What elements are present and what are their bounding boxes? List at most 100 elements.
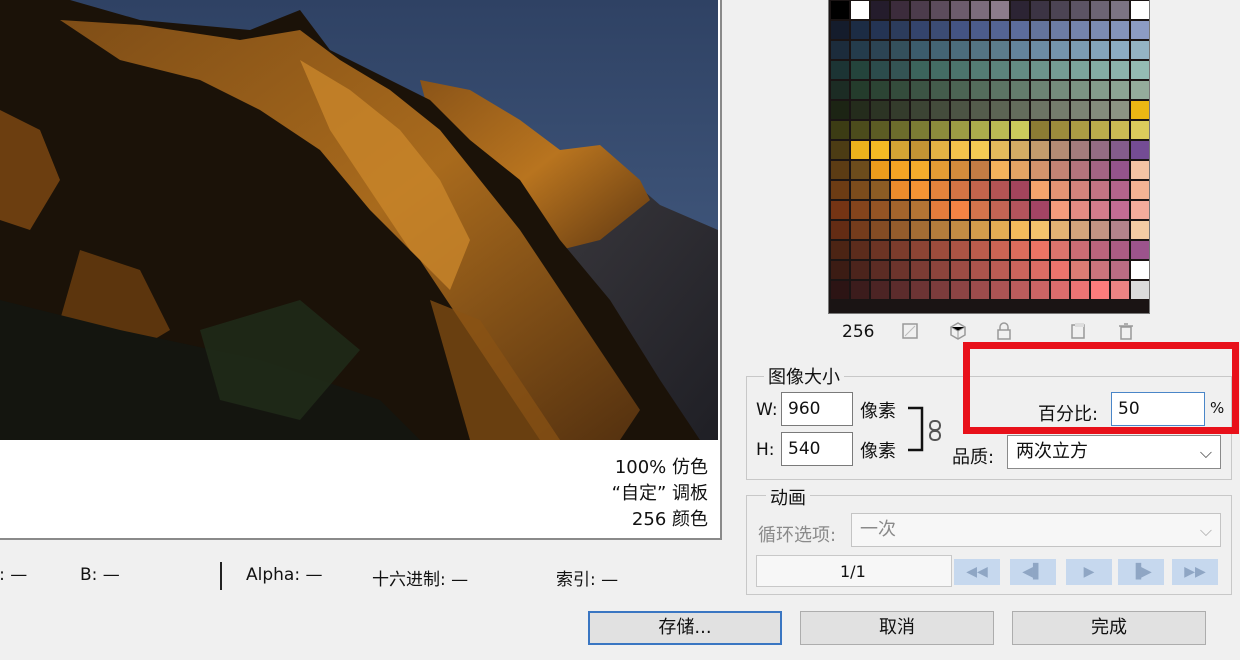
color-swatch[interactable] <box>931 141 949 159</box>
color-swatch[interactable] <box>891 221 909 239</box>
quality-select[interactable]: 两次立方 ⌵ <box>1007 435 1221 469</box>
color-swatch[interactable] <box>1111 201 1129 219</box>
color-swatch[interactable] <box>1071 181 1089 199</box>
color-swatch[interactable] <box>871 281 889 299</box>
color-swatch[interactable] <box>1011 21 1029 39</box>
color-swatch[interactable] <box>1111 241 1129 259</box>
color-swatch[interactable] <box>1111 1 1129 19</box>
color-swatch[interactable] <box>931 261 949 279</box>
color-swatch[interactable] <box>1031 181 1049 199</box>
color-swatch[interactable] <box>1031 281 1049 299</box>
color-swatch[interactable] <box>991 101 1009 119</box>
color-swatch[interactable] <box>991 261 1009 279</box>
color-swatch[interactable] <box>1051 221 1069 239</box>
color-swatch[interactable] <box>951 161 969 179</box>
color-swatch[interactable] <box>1111 21 1129 39</box>
color-swatch[interactable] <box>971 261 989 279</box>
color-swatch[interactable] <box>911 161 929 179</box>
color-swatch[interactable] <box>871 221 889 239</box>
color-swatch[interactable] <box>1091 161 1109 179</box>
color-swatch[interactable] <box>991 201 1009 219</box>
color-swatch[interactable] <box>1031 141 1049 159</box>
color-swatch[interactable] <box>1091 261 1109 279</box>
color-swatch[interactable] <box>1051 161 1069 179</box>
color-swatch[interactable] <box>911 21 929 39</box>
color-swatch[interactable] <box>871 81 889 99</box>
color-swatch[interactable] <box>971 101 989 119</box>
color-swatch[interactable] <box>1131 21 1149 39</box>
color-swatch[interactable] <box>871 61 889 79</box>
color-swatch[interactable] <box>831 161 849 179</box>
loop-select[interactable]: 一次 ⌵ <box>851 513 1221 547</box>
color-swatch[interactable] <box>1011 201 1029 219</box>
color-swatch[interactable] <box>1051 281 1069 299</box>
color-swatch[interactable] <box>951 181 969 199</box>
color-swatch[interactable] <box>1071 101 1089 119</box>
color-swatch[interactable] <box>951 101 969 119</box>
color-swatch[interactable] <box>991 61 1009 79</box>
color-swatch[interactable] <box>1091 101 1109 119</box>
color-swatch[interactable] <box>971 201 989 219</box>
width-input[interactable]: 960 <box>781 392 853 426</box>
color-swatch[interactable] <box>831 201 849 219</box>
color-swatch[interactable] <box>1011 261 1029 279</box>
color-swatch[interactable] <box>1131 221 1149 239</box>
color-swatch[interactable] <box>1071 281 1089 299</box>
color-swatch[interactable] <box>851 221 869 239</box>
color-swatch[interactable] <box>1091 1 1109 19</box>
color-swatch[interactable] <box>1111 161 1129 179</box>
color-swatch[interactable] <box>871 241 889 259</box>
color-swatch[interactable] <box>1131 61 1149 79</box>
color-swatch[interactable] <box>1031 221 1049 239</box>
color-swatch[interactable] <box>1071 161 1089 179</box>
color-swatch[interactable] <box>1111 81 1129 99</box>
color-swatch[interactable] <box>951 61 969 79</box>
color-swatch[interactable] <box>971 241 989 259</box>
color-swatch[interactable] <box>1051 1 1069 19</box>
color-swatch[interactable] <box>1051 101 1069 119</box>
color-swatch[interactable] <box>831 61 849 79</box>
color-swatch[interactable] <box>931 101 949 119</box>
color-swatch[interactable] <box>931 121 949 139</box>
color-swatch[interactable] <box>1071 241 1089 259</box>
color-swatch[interactable] <box>911 241 929 259</box>
color-swatch[interactable] <box>1011 241 1029 259</box>
color-swatch[interactable] <box>951 281 969 299</box>
color-swatch[interactable] <box>1131 101 1149 119</box>
color-swatch[interactable] <box>891 241 909 259</box>
color-swatch[interactable] <box>1131 161 1149 179</box>
preview-image[interactable] <box>0 0 718 440</box>
color-swatch[interactable] <box>1111 281 1129 299</box>
color-swatch[interactable] <box>851 161 869 179</box>
color-swatch[interactable] <box>1031 161 1049 179</box>
color-swatch[interactable] <box>991 241 1009 259</box>
color-swatch[interactable] <box>891 121 909 139</box>
color-swatch[interactable] <box>831 281 849 299</box>
color-swatch[interactable] <box>1111 261 1129 279</box>
color-swatch[interactable] <box>1011 1 1029 19</box>
color-swatch[interactable] <box>1011 221 1029 239</box>
color-swatch[interactable] <box>1131 281 1149 299</box>
color-swatch[interactable] <box>1051 21 1069 39</box>
color-swatch[interactable] <box>1091 221 1109 239</box>
color-swatch[interactable] <box>911 261 929 279</box>
color-swatch[interactable] <box>851 201 869 219</box>
color-swatch[interactable] <box>1011 141 1029 159</box>
color-swatch[interactable] <box>931 61 949 79</box>
color-swatch[interactable] <box>931 21 949 39</box>
color-swatch[interactable] <box>911 221 929 239</box>
color-swatch[interactable] <box>1131 1 1149 19</box>
color-swatch[interactable] <box>1051 141 1069 159</box>
color-swatch[interactable] <box>1091 201 1109 219</box>
color-swatch[interactable] <box>991 21 1009 39</box>
color-swatch[interactable] <box>1111 41 1129 59</box>
color-swatch[interactable] <box>911 181 929 199</box>
height-input[interactable]: 540 <box>781 432 853 466</box>
color-swatch[interactable] <box>1071 141 1089 159</box>
color-swatch[interactable] <box>851 261 869 279</box>
color-swatch[interactable] <box>1051 41 1069 59</box>
color-swatch[interactable] <box>1111 121 1129 139</box>
color-swatch[interactable] <box>931 1 949 19</box>
color-table[interactable] <box>828 0 1150 314</box>
color-swatch[interactable] <box>851 101 869 119</box>
